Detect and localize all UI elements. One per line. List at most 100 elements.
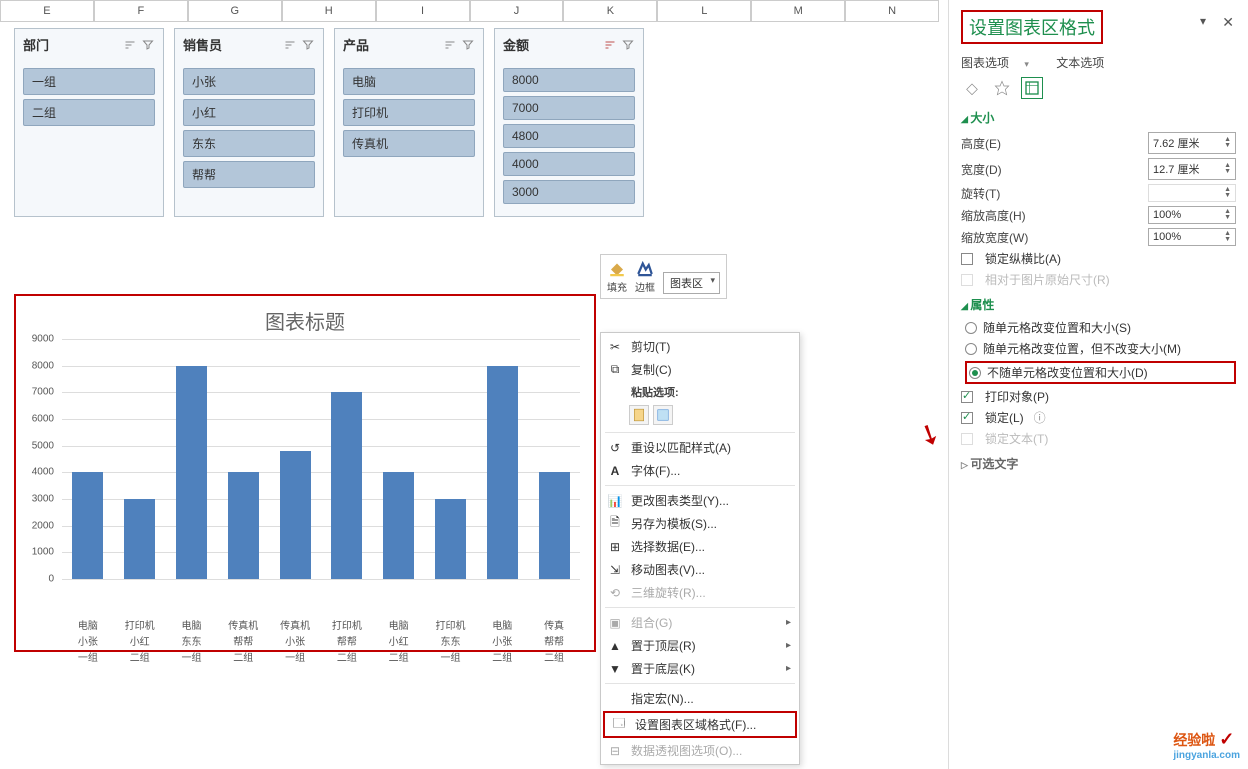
radio-move-only[interactable]: 随单元格改变位置，但不改变大小(M) xyxy=(965,340,1236,357)
sort-icon[interactable] xyxy=(603,38,617,52)
rotate-label: 旋转(T) xyxy=(961,185,1000,202)
rel-orig-label: 相对于图片原始尺寸(R) xyxy=(985,271,1110,288)
scissors-icon: ✂ xyxy=(607,339,623,355)
paste-keep-format-icon[interactable] xyxy=(629,405,649,425)
x-label: 电脑东东一组 xyxy=(166,619,218,667)
x-label: 传真机帮帮二组 xyxy=(217,619,269,667)
slicer-item[interactable]: 7000 xyxy=(503,96,635,120)
col-N[interactable]: N xyxy=(845,0,939,22)
width-input[interactable]: 12.7 厘米▲▼ xyxy=(1148,158,1236,180)
fill-button[interactable]: 填充 xyxy=(607,259,627,294)
col-J[interactable]: J xyxy=(470,0,564,22)
section-properties[interactable]: 属性 xyxy=(961,296,1236,313)
scale-w-input[interactable]: 100%▲▼ xyxy=(1148,228,1236,246)
locked-checkbox[interactable] xyxy=(961,412,973,424)
col-K[interactable]: K xyxy=(563,0,657,22)
bar[interactable] xyxy=(176,366,207,579)
locked-label: 锁定(L) xyxy=(985,409,1024,426)
bar[interactable] xyxy=(383,472,414,579)
menu-copy[interactable]: ⧉复制(C) xyxy=(601,358,799,381)
menu-font[interactable]: A字体(F)... xyxy=(601,459,799,482)
bar[interactable] xyxy=(435,499,466,579)
col-L[interactable]: L xyxy=(657,0,751,22)
bar[interactable] xyxy=(280,451,311,579)
col-M[interactable]: M xyxy=(751,0,845,22)
size-properties-icon[interactable] xyxy=(1021,77,1043,99)
menu-move-chart[interactable]: ⇲移动图表(V)... xyxy=(601,558,799,581)
slicer-item[interactable]: 小张 xyxy=(183,68,315,95)
slicer-item[interactable]: 传真机 xyxy=(343,130,475,157)
radio-no-move[interactable]: 不随单元格改变位置和大小(D) xyxy=(965,361,1236,384)
slicer-item[interactable]: 8000 xyxy=(503,68,635,92)
x-axis: 电脑小张一组打印机小红二组电脑东东一组传真机帮帮二组传真机小张一组打印机帮帮二组… xyxy=(62,619,580,667)
tab-chart-options[interactable]: 图表选项 ▾ xyxy=(961,56,1041,70)
paste-picture-icon[interactable] xyxy=(653,405,673,425)
chart-title[interactable]: 图表标题 xyxy=(16,296,594,339)
menu-bring-front[interactable]: ▲置于顶层(R)▸ xyxy=(601,634,799,657)
lock-ratio-checkbox[interactable] xyxy=(961,253,973,265)
menu-save-template[interactable]: 🗎另存为模板(S)... xyxy=(601,512,799,535)
sort-icon[interactable] xyxy=(283,38,297,52)
chart-element-select[interactable]: 图表区 xyxy=(663,272,720,294)
slicer-2[interactable]: 产品电脑打印机传真机 xyxy=(334,28,484,217)
info-icon[interactable]: ⓘ xyxy=(1034,409,1046,426)
bar[interactable] xyxy=(72,472,103,579)
chart-area[interactable]: 图表标题 01000200030004000500060007000800090… xyxy=(14,294,596,652)
mini-toolbar: 填充 边框 图表区 xyxy=(600,254,727,299)
bar[interactable] xyxy=(539,472,570,579)
sort-icon[interactable] xyxy=(443,38,457,52)
slicer-item[interactable]: 帮帮 xyxy=(183,161,315,188)
tab-text-options[interactable]: 文本选项 xyxy=(1056,56,1104,70)
bar[interactable] xyxy=(228,472,259,579)
col-E[interactable]: E xyxy=(0,0,94,22)
menu-change-chart-type[interactable]: 📊更改图表类型(Y)... xyxy=(601,489,799,512)
slicer-item[interactable]: 二组 xyxy=(23,99,155,126)
pane-dropdown-icon[interactable]: ▾ xyxy=(1200,14,1206,28)
slicer-3[interactable]: 金额80007000480040003000 xyxy=(494,28,644,217)
slicer-item[interactable]: 打印机 xyxy=(343,99,475,126)
menu-send-back[interactable]: ▼置于底层(K)▸ xyxy=(601,657,799,680)
slicer-title: 销售员 xyxy=(183,35,279,54)
bar[interactable] xyxy=(124,499,155,579)
menu-assign-macro[interactable]: 指定宏(N)... xyxy=(601,687,799,710)
print-label: 打印对象(P) xyxy=(985,388,1049,405)
clear-filter-icon[interactable] xyxy=(301,38,315,52)
slicer-1[interactable]: 销售员小张小红东东帮帮 xyxy=(174,28,324,217)
slicer-item[interactable]: 一组 xyxy=(23,68,155,95)
col-H[interactable]: H xyxy=(282,0,376,22)
slicer-item[interactable]: 3000 xyxy=(503,180,635,204)
slicer-0[interactable]: 部门一组二组 xyxy=(14,28,164,217)
bar[interactable] xyxy=(331,392,362,579)
sort-icon[interactable] xyxy=(123,38,137,52)
bar[interactable] xyxy=(487,366,518,579)
menu-format-chart-area[interactable]: 🗔设置图表区域格式(F)... xyxy=(605,713,795,736)
slicer-item[interactable]: 4000 xyxy=(503,152,635,176)
effects-icon[interactable] xyxy=(991,77,1013,99)
close-icon[interactable]: ✕ xyxy=(1222,14,1234,31)
menu-cut[interactable]: ✂剪切(T) xyxy=(601,335,799,358)
annotation-arrow: ➘ xyxy=(912,415,947,455)
fill-line-icon[interactable] xyxy=(961,77,983,99)
slicer-item[interactable]: 电脑 xyxy=(343,68,475,95)
rotate3d-icon: ⟲ xyxy=(607,585,623,601)
col-F[interactable]: F xyxy=(94,0,188,22)
chart-plot[interactable]: 0100020003000400050006000700080009000 电脑… xyxy=(26,339,584,619)
clear-filter-icon[interactable] xyxy=(141,38,155,52)
col-I[interactable]: I xyxy=(376,0,470,22)
menu-select-data[interactable]: ⊞选择数据(E)... xyxy=(601,535,799,558)
slicer-item[interactable]: 小红 xyxy=(183,99,315,126)
section-size[interactable]: 大小 xyxy=(961,109,1236,126)
col-G[interactable]: G xyxy=(188,0,282,22)
clear-filter-icon[interactable] xyxy=(621,38,635,52)
clear-filter-icon[interactable] xyxy=(461,38,475,52)
height-input[interactable]: 7.62 厘米▲▼ xyxy=(1148,132,1236,154)
menu-reset-style[interactable]: ↺重设以匹配样式(A) xyxy=(601,436,799,459)
menu-group: ▣组合(G)▸ xyxy=(601,611,799,634)
radio-move-size[interactable]: 随单元格改变位置和大小(S) xyxy=(965,319,1236,336)
section-alt-text[interactable]: 可选文字 xyxy=(961,455,1236,472)
slicer-item[interactable]: 东东 xyxy=(183,130,315,157)
print-checkbox[interactable] xyxy=(961,391,973,403)
scale-h-input[interactable]: 100%▲▼ xyxy=(1148,206,1236,224)
slicer-item[interactable]: 4800 xyxy=(503,124,635,148)
outline-button[interactable]: 边框 xyxy=(635,259,655,294)
